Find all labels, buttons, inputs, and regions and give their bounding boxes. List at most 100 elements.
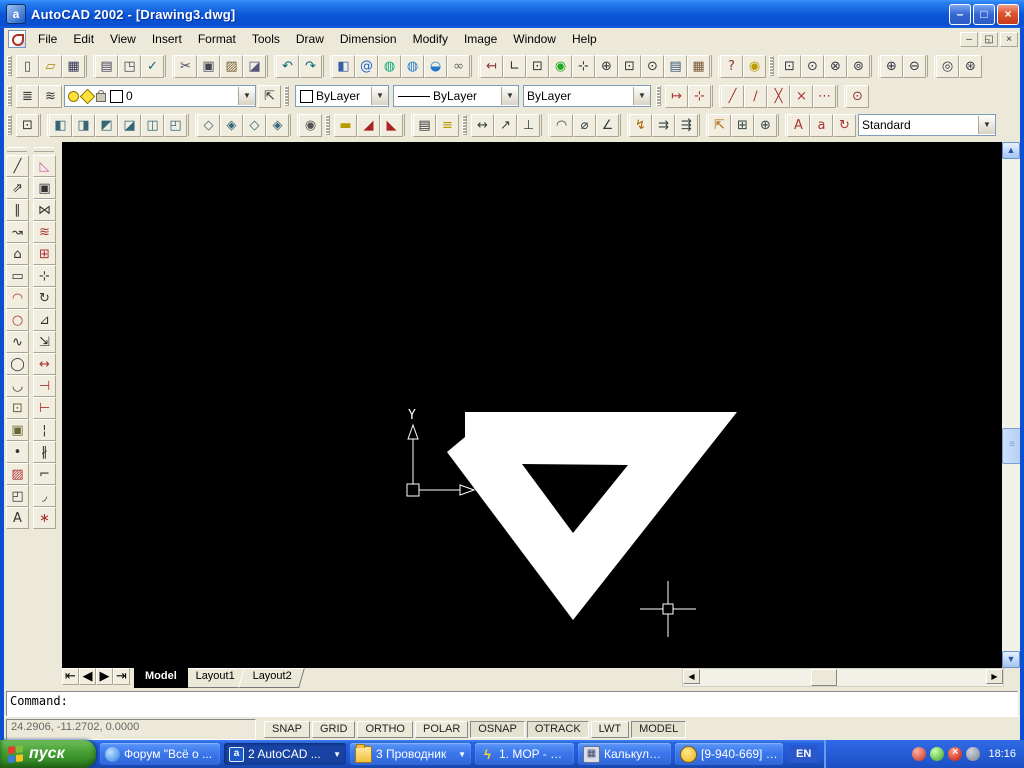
menu-help[interactable]: Help: [564, 29, 605, 49]
zoom-all-button[interactable]: ◎: [936, 55, 959, 78]
plot-preview-button[interactable]: ◳: [118, 55, 141, 78]
mirror-button[interactable]: ⋈: [33, 199, 56, 221]
polygon-button[interactable]: ⌂: [6, 243, 29, 265]
dim-quick-button[interactable]: ↯: [629, 114, 652, 137]
tab-last-button[interactable]: ⇥: [113, 668, 130, 685]
toggle-snap[interactable]: SNAP: [264, 721, 310, 738]
multiline-text-button[interactable]: A: [6, 507, 29, 529]
toolbar-grip[interactable]: [34, 147, 54, 152]
tab-next-button[interactable]: ▶: [96, 668, 113, 685]
toggle-ortho[interactable]: ORTHO: [357, 721, 413, 738]
ucs-button[interactable]: ∟: [503, 55, 526, 78]
rotate-button[interactable]: ↻: [33, 287, 56, 309]
copy-object-button[interactable]: ▣: [33, 177, 56, 199]
orbit-3d-button[interactable]: ◉: [549, 55, 572, 78]
mdi-close-button[interactable]: ×: [1000, 32, 1018, 47]
menu-file[interactable]: File: [30, 29, 65, 49]
vertical-scrollbar[interactable]: ▲ ▼: [1002, 142, 1020, 668]
toolbar-grip[interactable]: [7, 115, 12, 135]
layer-lock-icon[interactable]: [96, 93, 106, 102]
view-back-button[interactable]: ◰: [164, 114, 187, 137]
mass-properties-button[interactable]: ◣: [380, 114, 403, 137]
new-button[interactable]: ▯: [16, 55, 39, 78]
drawing-document-icon[interactable]: [8, 30, 26, 48]
language-indicator[interactable]: EN: [789, 745, 818, 763]
snap-center-button[interactable]: ⊙: [846, 85, 869, 108]
undo-button[interactable]: ↶: [276, 55, 299, 78]
volume-icon[interactable]: [966, 747, 980, 761]
taskbar-item-folder[interactable]: 3 Проводник▼: [350, 743, 471, 765]
help-button[interactable]: ?: [720, 55, 743, 78]
temporary-track-point-button[interactable]: ↦: [665, 85, 688, 108]
scroll-down-button[interactable]: ▼: [1002, 651, 1020, 668]
view-bottom-button[interactable]: ◨: [72, 114, 95, 137]
mdi-restore-button[interactable]: ◱: [980, 32, 998, 47]
dim-aligned-button[interactable]: ↗: [494, 114, 517, 137]
horizontal-scroll-thumb[interactable]: [811, 669, 837, 686]
paste-button[interactable]: ▨: [220, 55, 243, 78]
command-input[interactable]: Command:: [6, 691, 1018, 718]
drawing-canvas[interactable]: Y: [62, 142, 1002, 668]
solid-triangle-shape[interactable]: [447, 412, 737, 620]
taskbar-item-calculator[interactable]: Калькулятор: [578, 743, 671, 765]
snap-intersection-button[interactable]: ╳: [767, 85, 790, 108]
region-button[interactable]: ◰: [6, 485, 29, 507]
line-button[interactable]: ╱: [6, 155, 29, 177]
erase-button[interactable]: ◺: [33, 155, 56, 177]
vertical-scroll-thumb[interactable]: [1002, 428, 1022, 464]
toolbar-grip[interactable]: [656, 86, 661, 106]
make-layer-current-button[interactable]: ⇱: [258, 85, 281, 108]
view-nw-iso-button[interactable]: ◈: [266, 114, 289, 137]
point-button[interactable]: •: [6, 441, 29, 463]
taskbar-group-chevron-icon[interactable]: ▼: [329, 750, 341, 759]
taskbar-group-chevron-icon[interactable]: ▼: [454, 750, 466, 759]
spelling-button[interactable]: ✓: [141, 55, 164, 78]
menu-view[interactable]: View: [102, 29, 144, 49]
taskbar-item-autocad[interactable]: 2 AutoCAD ...▼: [224, 743, 346, 765]
menu-tools[interactable]: Tools: [244, 29, 288, 49]
offset-button[interactable]: ≋: [33, 221, 56, 243]
view-sw-iso-button[interactable]: ◇: [197, 114, 220, 137]
zoom-in-button[interactable]: ⊕: [880, 55, 903, 78]
insert-block-button[interactable]: ⊡: [6, 397, 29, 419]
scroll-right-button[interactable]: ▶: [986, 669, 1003, 684]
maximize-button[interactable]: □: [973, 4, 995, 25]
spline-button[interactable]: ∿: [6, 331, 29, 353]
snap-apparent-intersection-button[interactable]: ×: [790, 85, 813, 108]
menu-window[interactable]: Window: [505, 29, 564, 49]
dim-ordinate-button[interactable]: ⊥: [517, 114, 540, 137]
close-button[interactable]: ×: [997, 4, 1019, 25]
icq-status-icon[interactable]: [930, 747, 944, 761]
zoom-out-button[interactable]: ⊖: [903, 55, 926, 78]
toggle-polar[interactable]: POLAR: [415, 721, 468, 738]
ellipse-button[interactable]: ◯: [6, 353, 29, 375]
toggle-lwt[interactable]: LWT: [591, 721, 629, 738]
toolbar-grip[interactable]: [284, 86, 289, 106]
dim-text-edit-button[interactable]: a: [810, 114, 833, 137]
properties-button[interactable]: ▤: [664, 55, 687, 78]
tab-model[interactable]: Model: [134, 668, 188, 688]
zoom-center-button[interactable]: ⊚: [847, 55, 870, 78]
snap-endpoint-button[interactable]: ╱: [721, 85, 744, 108]
save-button[interactable]: ▦: [62, 55, 85, 78]
etransmit-button[interactable]: ◒: [424, 55, 447, 78]
publish-web-button[interactable]: ◍: [401, 55, 424, 78]
explode-button[interactable]: ∗: [33, 507, 56, 529]
construction-line-button[interactable]: ⇗: [6, 177, 29, 199]
layer-combo[interactable]: 0 ▼: [64, 85, 256, 107]
temporary-track-button[interactable]: ↤: [480, 55, 503, 78]
zoom-extents-button[interactable]: ⊛: [959, 55, 982, 78]
menu-insert[interactable]: Insert: [144, 29, 190, 49]
hyperlink-button[interactable]: ∞: [447, 55, 470, 78]
meet-now-button[interactable]: ◍: [378, 55, 401, 78]
mdi-minimize-button[interactable]: –: [960, 32, 978, 47]
camera-button[interactable]: ◉: [299, 114, 322, 137]
taskbar-item-winamp[interactable]: 1. MOP - Cold...: [475, 743, 574, 765]
area-button[interactable]: ◢: [357, 114, 380, 137]
view-left-button[interactable]: ◩: [95, 114, 118, 137]
array-button[interactable]: ⊞: [33, 243, 56, 265]
multiline-button[interactable]: ∥: [6, 199, 29, 221]
toolbar-grip[interactable]: [325, 115, 330, 135]
snap-from-button[interactable]: ⊹: [688, 85, 711, 108]
color-combo[interactable]: ByLayer ▼: [295, 85, 389, 107]
